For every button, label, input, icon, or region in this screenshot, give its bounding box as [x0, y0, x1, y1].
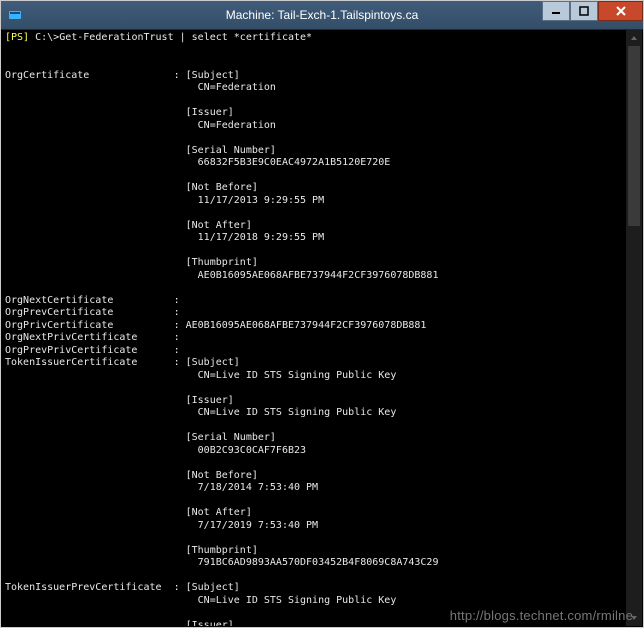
scroll-track[interactable]: [626, 46, 642, 610]
window-titlebar[interactable]: Machine: Tail-Exch-1.Tailspintoys.ca: [1, 1, 643, 29]
vertical-scrollbar[interactable]: [625, 30, 642, 626]
console-area[interactable]: [PS] C:\>Get-FederationTrust | select *c…: [1, 29, 643, 627]
minimize-button[interactable]: [542, 1, 570, 21]
maximize-button[interactable]: [570, 1, 598, 21]
scroll-thumb[interactable]: [628, 46, 640, 226]
close-button[interactable]: [598, 1, 643, 21]
scroll-up-button[interactable]: [626, 30, 642, 46]
watermark-text: http://blogs.technet.com/rmilne: [450, 608, 633, 623]
window-title: Machine: Tail-Exch-1.Tailspintoys.ca: [226, 8, 419, 22]
app-icon: [7, 7, 23, 23]
